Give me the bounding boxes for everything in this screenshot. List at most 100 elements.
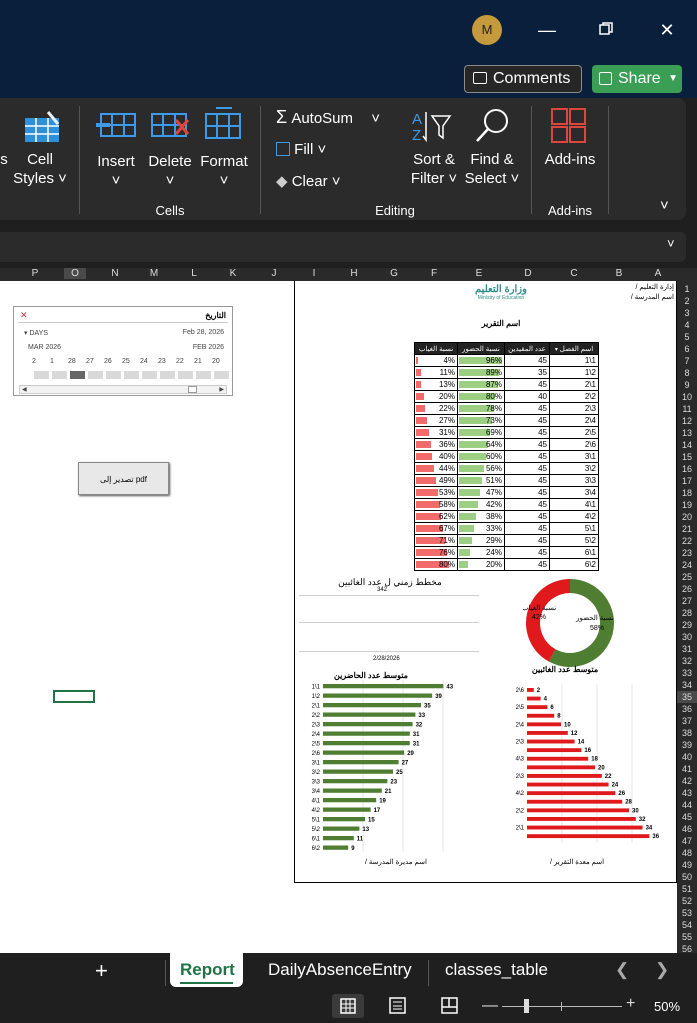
slicer-day-cell[interactable] (33, 370, 50, 380)
row-header[interactable]: 46 (677, 823, 697, 835)
insert-button[interactable]: Insert ˅ (92, 152, 140, 190)
slicer-scrollbar[interactable]: ◀ ▶ (19, 385, 227, 394)
slicer-day-cell[interactable] (123, 370, 140, 380)
row-header[interactable]: 20 (677, 511, 697, 523)
attendance-cell[interactable]: 89% (457, 366, 505, 379)
class-cell[interactable]: 1\2 (549, 366, 599, 379)
add-sheet-button[interactable]: + (95, 958, 108, 984)
page-break-view-icon[interactable] (440, 997, 460, 1020)
class-cell[interactable]: 4\1 (549, 498, 599, 511)
absence-cell[interactable]: 80% (414, 558, 458, 571)
row-header[interactable]: 36 (677, 703, 697, 715)
attendance-cell[interactable]: 51% (457, 474, 505, 487)
class-cell[interactable]: 3\4 (549, 486, 599, 499)
column-header[interactable]: B (609, 268, 629, 279)
enrolled-cell[interactable]: 45 (504, 498, 550, 511)
class-cell[interactable]: 4\2 (549, 510, 599, 523)
formula-expand-icon[interactable]: ˅ (667, 236, 675, 251)
row-header[interactable]: 40 (677, 751, 697, 763)
row-header[interactable]: 14 (677, 439, 697, 451)
row-header[interactable]: 31 (677, 643, 697, 655)
row-header[interactable]: 16 (677, 463, 697, 475)
sort-filter-button[interactable]: Sort & Filter ˅ (404, 150, 464, 188)
row-header[interactable]: 30 (677, 631, 697, 643)
zoom-out-icon[interactable]: — (482, 997, 498, 1015)
absence-cell[interactable]: 4% (414, 354, 458, 367)
absence-cell[interactable]: 44% (414, 462, 458, 475)
attendance-cell[interactable]: 20% (457, 558, 505, 571)
attendance-cell[interactable]: 96% (457, 354, 505, 367)
tab-report[interactable]: Report (170, 953, 243, 987)
column-header[interactable]: E (469, 268, 489, 279)
row-header[interactable]: 32 (677, 655, 697, 667)
class-cell[interactable]: 2\2 (549, 390, 599, 403)
row-header[interactable]: 23 (677, 547, 697, 559)
slicer-day-cell[interactable] (195, 370, 212, 380)
row-header[interactable]: 3 (677, 307, 697, 319)
row-header[interactable]: 8 (677, 367, 697, 379)
share-button[interactable]: Share ▼ (592, 65, 682, 93)
row-header[interactable]: 17 (677, 475, 697, 487)
row-header[interactable]: 28 (677, 607, 697, 619)
class-cell[interactable]: 5\1 (549, 522, 599, 535)
absence-cell[interactable]: 27% (414, 414, 458, 427)
column-header[interactable]: J (264, 268, 284, 279)
row-header[interactable]: 6 (677, 343, 697, 355)
row-header-selected[interactable]: 35 (677, 691, 697, 703)
enrolled-cell[interactable]: 45 (504, 414, 550, 427)
attendance-cell[interactable]: 87% (457, 378, 505, 391)
class-cell[interactable]: 3\2 (549, 462, 599, 475)
enrolled-cell[interactable]: 45 (504, 450, 550, 463)
row-header[interactable]: 49 (677, 859, 697, 871)
row-header[interactable]: 51 (677, 883, 697, 895)
absence-cell[interactable]: 71% (414, 534, 458, 547)
class-cell[interactable]: 3\1 (549, 450, 599, 463)
tab-scroll-right-icon[interactable]: ❯ (655, 960, 669, 980)
class-cell[interactable]: 2\1 (549, 378, 599, 391)
tab-daily-absence-entry[interactable]: DailyAbsenceEntry (268, 960, 412, 980)
absence-cell[interactable]: 13% (414, 378, 458, 391)
formula-bar[interactable] (0, 232, 686, 262)
active-cell[interactable] (53, 690, 95, 703)
column-header-selected[interactable]: O (64, 268, 86, 279)
absence-cell[interactable]: 53% (414, 486, 458, 499)
page-layout-view-icon[interactable] (388, 997, 408, 1020)
clear-filter-icon[interactable]: ✕ (20, 310, 28, 321)
slicer-day-cell[interactable] (141, 370, 158, 380)
row-header[interactable]: 21 (677, 523, 697, 535)
attendance-cell[interactable]: 69% (457, 426, 505, 439)
enrolled-cell[interactable]: 40 (504, 390, 550, 403)
row-header[interactable]: 54 (677, 919, 697, 931)
row-header[interactable]: 37 (677, 715, 697, 727)
row-header[interactable]: 26 (677, 583, 697, 595)
slicer-day-cell[interactable] (105, 370, 122, 380)
row-header[interactable]: 39 (677, 739, 697, 751)
autosum-button[interactable]: Σ AutoSum ˅ (276, 108, 380, 128)
enrolled-cell[interactable]: 45 (504, 402, 550, 415)
row-header[interactable]: 50 (677, 871, 697, 883)
attendance-cell[interactable]: 24% (457, 546, 505, 559)
row-header[interactable]: 33 (677, 667, 697, 679)
format-button[interactable]: Format ˅ (198, 152, 250, 190)
row-header[interactable]: 19 (677, 499, 697, 511)
row-header[interactable]: 29 (677, 619, 697, 631)
absence-cell[interactable]: 20% (414, 390, 458, 403)
row-header[interactable]: 9 (677, 379, 697, 391)
zoom-level[interactable]: 50% (654, 999, 680, 1014)
absence-cell[interactable]: 67% (414, 522, 458, 535)
column-header[interactable]: F (424, 268, 444, 279)
slicer-day-cell[interactable] (213, 370, 230, 380)
slicer-timeline-bar[interactable] (19, 370, 230, 380)
row-header[interactable]: 18 (677, 487, 697, 499)
absence-cell[interactable]: 31% (414, 426, 458, 439)
class-cell[interactable]: 2\5 (549, 426, 599, 439)
row-header[interactable]: 41 (677, 763, 697, 775)
zoom-in-icon[interactable]: + (626, 995, 635, 1013)
column-header[interactable]: A (648, 268, 668, 279)
absence-cell[interactable]: 22% (414, 402, 458, 415)
attendance-cell[interactable]: 73% (457, 414, 505, 427)
enrolled-cell[interactable]: 45 (504, 486, 550, 499)
tab-classes-table[interactable]: classes_table (445, 960, 548, 980)
row-header[interactable]: 12 (677, 415, 697, 427)
filter-dropdown-icon[interactable]: ▾ (555, 347, 558, 353)
